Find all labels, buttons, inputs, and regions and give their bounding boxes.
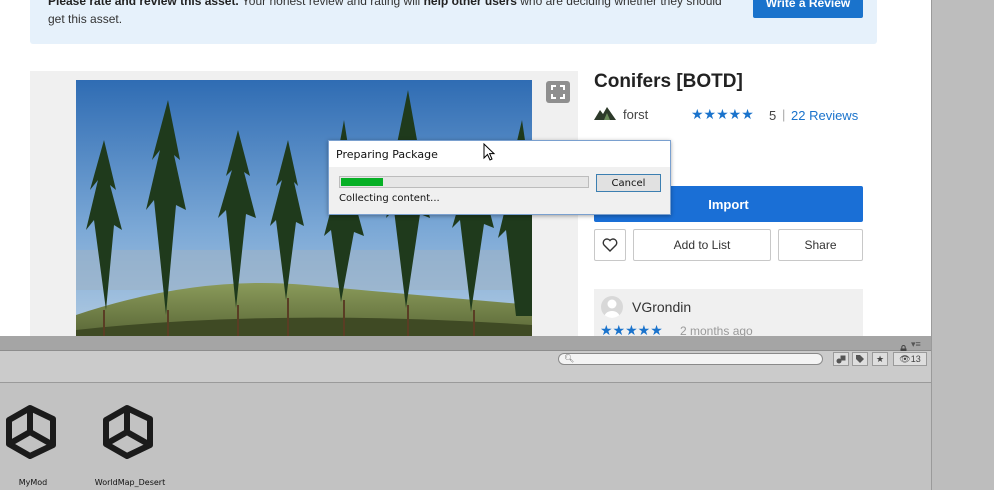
dialog-titlebar[interactable]: Preparing Package	[329, 141, 670, 167]
project-panel: ▾≡ 🔍︎ ★ 👁︎ 13 MyMod WorldMap_Desert	[0, 336, 931, 490]
asset-name: MyMod	[18, 478, 48, 487]
window-gutter	[931, 0, 994, 490]
search-by-type-button[interactable]	[833, 352, 849, 366]
asset-name: WorldMap_Desert	[94, 478, 166, 487]
panel-tab-strip: ▾≡	[0, 336, 931, 353]
panel-menu-icon[interactable]: ▾≡	[911, 339, 921, 350]
project-search-input[interactable]: 🔍︎	[558, 353, 823, 365]
search-by-label-button[interactable]	[852, 352, 868, 366]
wishlist-heart-button[interactable]	[594, 229, 626, 261]
filter-type-icon	[836, 355, 846, 363]
eye-slash-icon: 👁︎	[899, 353, 911, 364]
share-button[interactable]: Share	[778, 229, 863, 261]
label-tag-icon	[856, 355, 864, 363]
review-prompt-text: Please rate and review this asset. Your …	[48, 0, 722, 26]
publisher-logo-icon[interactable]	[594, 105, 616, 121]
mouse-cursor-icon	[483, 142, 497, 163]
rating-stars: ★★★★★	[691, 106, 754, 122]
rating-value: 5	[769, 108, 777, 123]
rating-separator: |	[782, 107, 786, 122]
fullscreen-icon[interactable]	[546, 81, 570, 103]
asset-item[interactable]: MyMod	[0, 402, 78, 490]
write-review-button[interactable]: Write a Review	[753, 0, 863, 18]
review-prompt-banner: Please rate and review this asset. Your …	[30, 0, 877, 44]
review-date: 2 months ago	[680, 324, 753, 336]
review-card: VGrondin ★★★★★ 2 months ago	[594, 289, 863, 336]
add-to-list-button[interactable]: Add to List	[633, 229, 771, 261]
lock-icon[interactable]	[900, 340, 907, 353]
unity-logo-icon	[85, 402, 175, 462]
progress-bar	[339, 176, 589, 188]
search-icon: 🔍︎	[564, 354, 575, 363]
hidden-count: 13	[910, 354, 921, 364]
save-search-favorite-button[interactable]: ★	[872, 352, 888, 366]
asset-title: Conifers [BOTD]	[594, 71, 743, 92]
reviews-link[interactable]: 22 Reviews	[791, 108, 858, 123]
hidden-packages-toggle[interactable]: 👁︎ 13	[893, 352, 927, 366]
star-icon: ★	[875, 353, 885, 364]
reviewer-name[interactable]: VGrondin	[632, 299, 691, 315]
review-stars: ★★★★★	[600, 322, 663, 336]
asset-item[interactable]: WorldMap_Desert	[85, 402, 175, 490]
dialog-title: Preparing Package	[336, 148, 438, 161]
unity-logo-icon	[0, 402, 78, 462]
reviewer-avatar	[601, 296, 623, 318]
cancel-button[interactable]: Cancel	[596, 174, 661, 192]
project-toolbar: 🔍︎ ★ 👁︎ 13	[0, 351, 931, 383]
heart-icon	[602, 238, 618, 252]
preparing-package-dialog: Preparing Package Cancel Collecting cont…	[328, 140, 671, 215]
publisher-name[interactable]: forst	[623, 107, 648, 122]
progress-bar-fill	[341, 178, 383, 186]
dialog-status-text: Collecting content...	[339, 193, 440, 204]
